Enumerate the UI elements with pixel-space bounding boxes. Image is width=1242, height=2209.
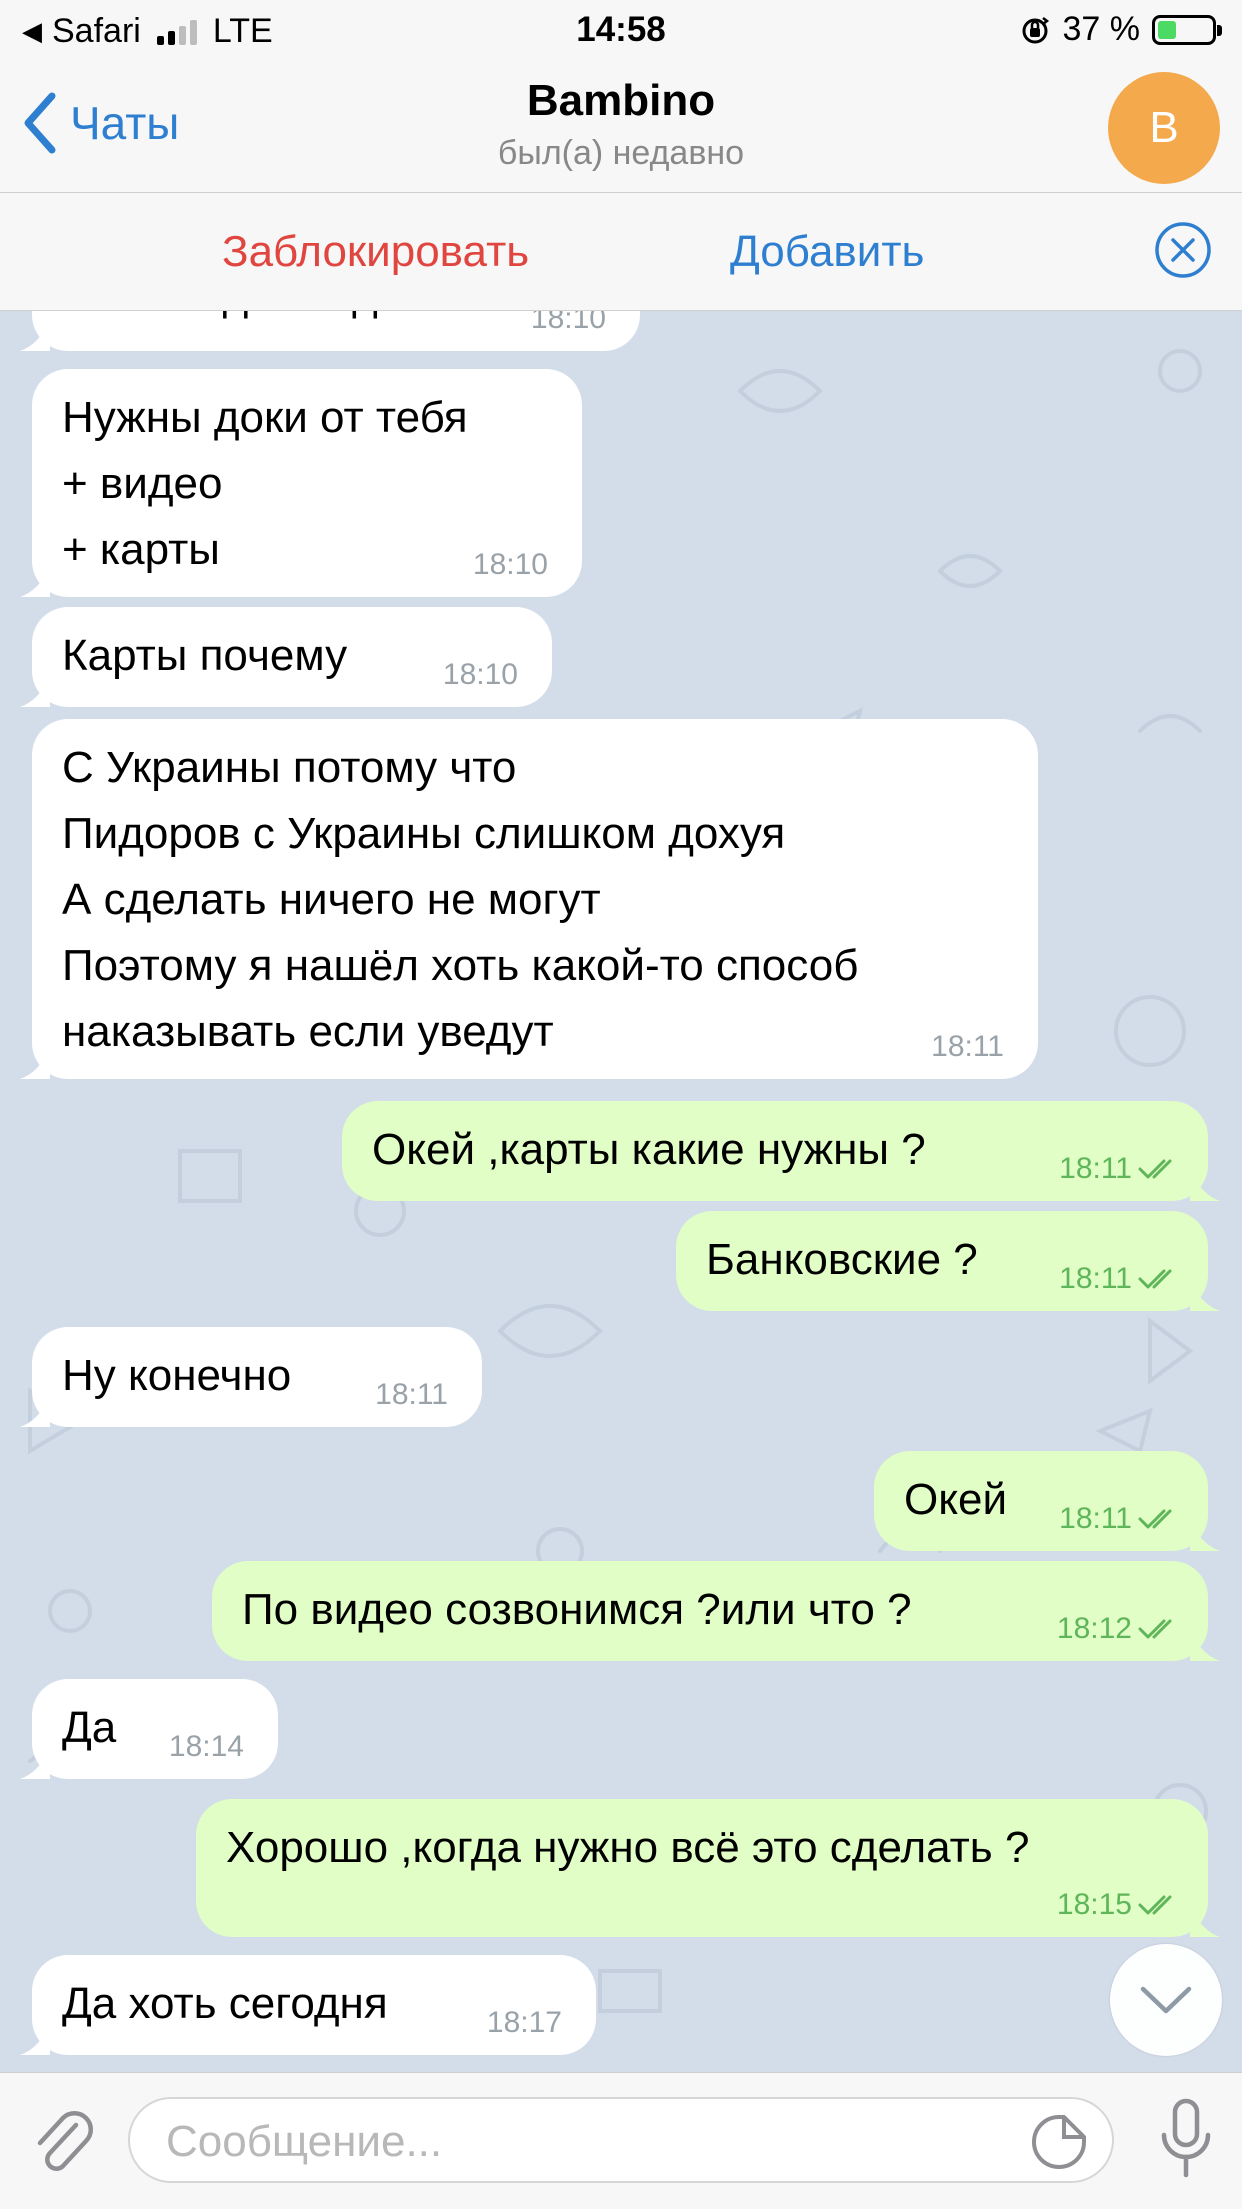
- message-time: 18:11: [375, 1377, 448, 1413]
- message-time-text: 18:14: [168, 1730, 244, 1763]
- bubble-tail: [1190, 1171, 1220, 1201]
- message-time: 18:14: [169, 1729, 244, 1765]
- message-text: По видео созвонимся ?или что ?: [242, 1585, 912, 1634]
- bubble-tail: [1190, 1521, 1220, 1551]
- message-list[interactable]: Если под мой ден18:10Нужны доки от тебя+…: [0, 311, 1242, 2071]
- message-time: 18:10: [473, 547, 548, 583]
- block-button[interactable]: Заблокировать: [222, 227, 529, 277]
- message-text: Пидоров с Украины слишком дохуя: [62, 809, 786, 858]
- bubble-tail: [1190, 1281, 1220, 1311]
- message-text: С Украины потому что: [62, 743, 517, 792]
- chevron-down-icon: [1140, 1986, 1192, 2014]
- bubble-tail: [20, 677, 50, 707]
- sticker-icon[interactable]: [1030, 2113, 1088, 2171]
- message-time-text: 18:11: [1059, 1262, 1132, 1295]
- paperclip-icon[interactable]: [30, 2103, 94, 2175]
- message-time: 18:11: [1059, 1261, 1182, 1297]
- last-seen-status: был(а) недавно: [497, 134, 745, 172]
- message-time-text: 18:11: [1059, 1502, 1132, 1535]
- message-time: 18:10: [443, 657, 518, 693]
- message-time-text: 18:11: [375, 1378, 448, 1411]
- bubble-tail: [20, 2025, 50, 2055]
- composer-bar: Сообщение...: [0, 2072, 1242, 2209]
- status-bar: ◀ Safari LTE 14:58 37 %: [0, 0, 1242, 64]
- battery-percent: 37 %: [1062, 10, 1141, 48]
- message-time: 18:15: [1057, 1887, 1182, 1923]
- message-input[interactable]: Сообщение...: [128, 2097, 1114, 2183]
- battery-icon: [1152, 14, 1222, 45]
- read-checkmarks-icon: [1138, 1619, 1172, 1639]
- nav-bar: Чаты Bambino был(а) недавно B: [0, 64, 1242, 193]
- incoming-message[interactable]: Если под мой ден18:10: [20, 311, 640, 351]
- message-text: Нужны доки от тебя: [62, 393, 468, 442]
- message-time: 18:12: [1057, 1611, 1182, 1647]
- bubble-tail: [20, 567, 50, 597]
- bubble-tail: [20, 1397, 50, 1427]
- message-time: 18:11: [931, 1029, 1004, 1065]
- message-time: 18:10: [531, 311, 606, 337]
- message-text: Если под мой ден: [62, 311, 612, 329]
- read-checkmarks-icon: [1138, 1509, 1172, 1529]
- incoming-message[interactable]: Да 18:14: [20, 1679, 278, 1779]
- message-time-text: 18:11: [931, 1030, 1004, 1063]
- bubble-tail: [1190, 1631, 1220, 1661]
- message-text: наказывать если уведут: [62, 1007, 554, 1056]
- message-time-text: 18:15: [1056, 1888, 1132, 1921]
- incoming-message[interactable]: Да хоть сегодня 18:17: [20, 1955, 596, 2055]
- message-time: 18:11: [1059, 1151, 1182, 1187]
- orientation-lock-icon: [1022, 16, 1049, 43]
- outgoing-message[interactable]: Банковские ? 18:11: [676, 1211, 1220, 1311]
- incoming-message[interactable]: С Украины потому что Пидоров с Украины сл…: [20, 719, 1038, 1079]
- message-time: 18:17: [487, 2005, 562, 2041]
- microphone-icon[interactable]: [1158, 2095, 1214, 2185]
- status-right: 37 %: [1019, 10, 1222, 49]
- message-time: 18:11: [1059, 1501, 1182, 1537]
- bubble-tail: [20, 321, 50, 351]
- message-time-text: 18:10: [472, 548, 548, 581]
- incoming-message[interactable]: Ну конечно 18:11: [20, 1327, 482, 1427]
- read-checkmarks-icon: [1138, 1159, 1172, 1179]
- message-time-text: 18:10: [530, 311, 606, 335]
- message-time-text: 18:10: [442, 658, 518, 691]
- outgoing-message[interactable]: По видео созвонимся ?или что ? 18:12: [212, 1561, 1220, 1661]
- read-checkmarks-icon: [1138, 1895, 1172, 1915]
- message-text: Поэтому я нашёл хоть какой-то способ: [62, 941, 859, 990]
- incoming-message[interactable]: Карты почему 18:10: [20, 607, 552, 707]
- outgoing-message[interactable]: Окей 18:11: [874, 1451, 1220, 1551]
- message-text: + видео: [62, 459, 223, 508]
- message-time-text: 18:17: [486, 2006, 562, 2039]
- message-time-text: 18:12: [1056, 1612, 1132, 1645]
- read-checkmarks-icon: [1138, 1269, 1172, 1289]
- add-contact-button[interactable]: Добавить: [730, 227, 924, 277]
- avatar[interactable]: B: [1108, 72, 1220, 184]
- message-text: Хорошо ,когда нужно всё это сделать ?: [226, 1823, 1030, 1872]
- bubble-tail: [1190, 1907, 1220, 1937]
- close-icon[interactable]: [1154, 221, 1212, 279]
- bubble-tail: [20, 1049, 50, 1079]
- scroll-to-bottom-button[interactable]: [1110, 1944, 1222, 2056]
- outgoing-message[interactable]: Окей ,карты какие нужны ? 18:11: [342, 1101, 1220, 1201]
- avatar-letter: B: [1149, 103, 1179, 152]
- message-text: А сделать ничего не могут: [62, 875, 601, 924]
- chat-title[interactable]: Bambino: [0, 76, 1242, 126]
- outgoing-message[interactable]: Хорошо ,когда нужно всё это сделать ? 18:…: [196, 1799, 1220, 1937]
- contact-action-bar: Заблокировать Добавить: [0, 193, 1242, 311]
- incoming-message[interactable]: Нужны доки от тебя + видео + карты 18:10: [20, 369, 582, 597]
- message-time-text: 18:11: [1059, 1152, 1132, 1185]
- bubble-tail: [20, 1749, 50, 1779]
